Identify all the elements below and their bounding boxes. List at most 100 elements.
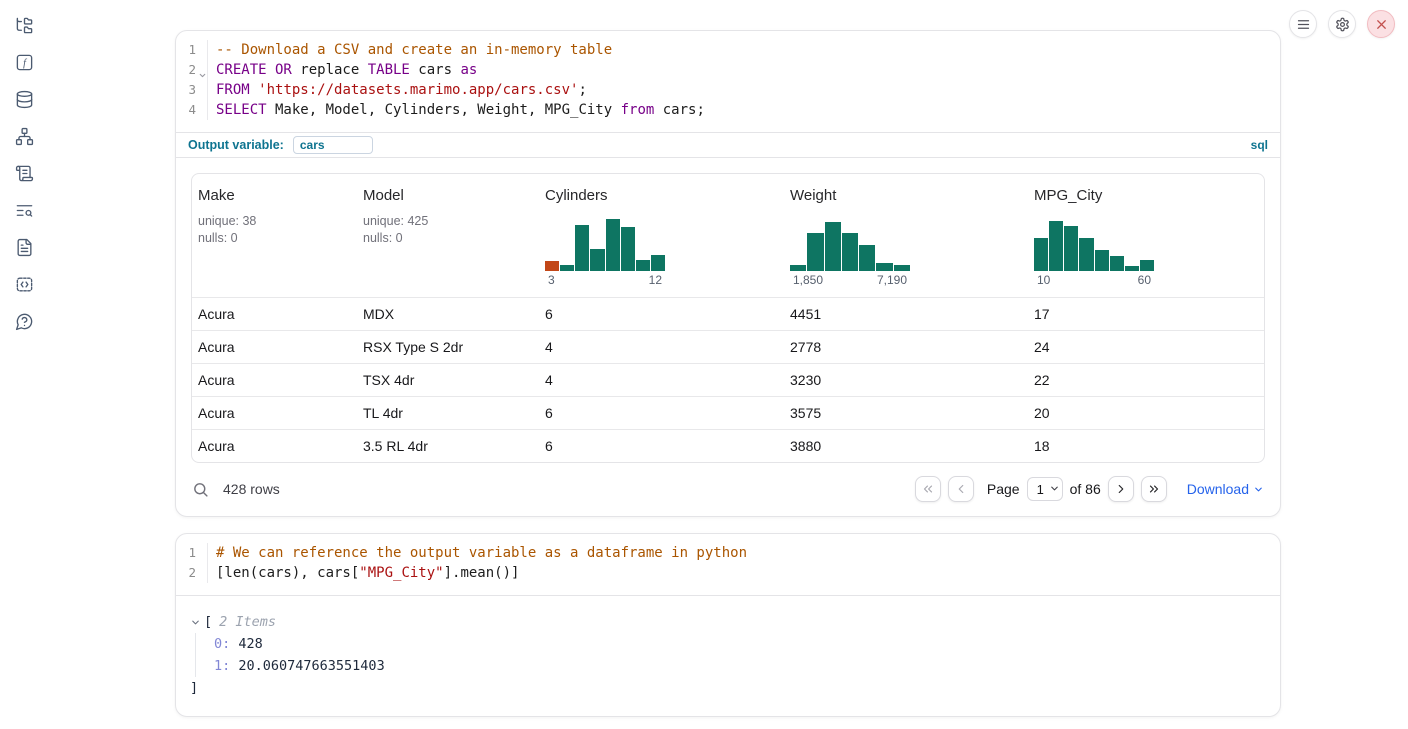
histogram-bar: [1049, 221, 1063, 271]
histogram-bar: [807, 233, 823, 271]
column-header-make[interactable]: Makeunique: 38nulls: 0: [192, 174, 357, 297]
chevrons-left-icon: [921, 482, 935, 496]
table-cell: 3880: [784, 438, 1028, 454]
documentation-button[interactable]: [14, 237, 34, 257]
table-cell: Acura: [192, 339, 357, 355]
snippets-button[interactable]: [14, 274, 34, 294]
code-line[interactable]: # We can reference the output variable a…: [208, 543, 1280, 563]
table-cell: TSX 4dr: [357, 372, 539, 388]
menu-button[interactable]: [1289, 10, 1317, 38]
line-number: 3: [176, 80, 208, 100]
table-cell: 6: [539, 405, 784, 421]
code-line[interactable]: FROM 'https://datasets.marimo.app/cars.c…: [208, 80, 1280, 100]
page-select[interactable]: 1: [1027, 477, 1063, 501]
table-cell: 2778: [784, 339, 1028, 355]
histogram-bar: [1095, 250, 1109, 271]
last-page-button[interactable]: [1141, 476, 1167, 502]
scratchpad-button[interactable]: f: [14, 52, 34, 72]
tree-item-index: 0:: [214, 636, 230, 652]
histogram-bar: [876, 263, 892, 271]
histogram-bar: [1125, 266, 1139, 271]
datasources-icon: [15, 90, 34, 109]
outline-button[interactable]: [14, 163, 34, 183]
column-header-model[interactable]: Modelunique: 425nulls: 0: [357, 174, 539, 297]
table-cell: 22: [1028, 372, 1264, 388]
next-page-button[interactable]: [1108, 476, 1134, 502]
logs-button[interactable]: [14, 200, 34, 220]
column-header-mpg_city[interactable]: MPG_City 1060: [1028, 174, 1264, 297]
file-explorer-icon: [15, 16, 34, 35]
table-cell: 6: [539, 438, 784, 454]
column-name: Make: [198, 187, 351, 204]
table-cell: 4451: [784, 306, 1028, 322]
gear-icon: [1335, 17, 1350, 32]
sql-code-editor[interactable]: 1-- Download a CSV and create an in-memo…: [176, 31, 1280, 132]
table-footer: 428 rows Page 1 of 86: [176, 463, 1280, 516]
histogram-bars: [790, 219, 910, 271]
histogram-bar: [651, 255, 665, 271]
open-bracket: [: [204, 611, 212, 633]
output-variable-input[interactable]: [293, 136, 373, 154]
documentation-icon: [15, 238, 34, 257]
settings-button[interactable]: [1328, 10, 1356, 38]
tree-item: 1: 20.060747663551403: [214, 655, 1280, 677]
dependency-graph-icon: [15, 127, 34, 146]
search-icon[interactable]: [192, 481, 209, 498]
dependency-graph-button[interactable]: [14, 126, 34, 146]
tree-item: 0: 428: [214, 633, 1280, 655]
histogram-bar: [621, 227, 635, 271]
histogram-bar: [1079, 238, 1093, 271]
table-cell: 17: [1028, 306, 1264, 322]
help-button[interactable]: [14, 311, 34, 331]
table-cell: 24: [1028, 339, 1264, 355]
table-cell: Acura: [192, 438, 357, 454]
tree-root-row: [ 2 Items: [190, 611, 1280, 633]
line-number: 1: [176, 543, 208, 563]
close-icon: [1374, 17, 1389, 32]
data-table: Makeunique: 38nulls: 0Modelunique: 425nu…: [191, 173, 1265, 463]
svg-text:f: f: [23, 58, 28, 69]
chevron-right-icon: [1114, 482, 1128, 496]
code-line[interactable]: CREATE OR replace TABLE cars as: [208, 60, 1280, 80]
code-line[interactable]: [len(cars), cars["MPG_City"].mean()]: [208, 563, 1280, 583]
notebook-actions-toolbar: [1289, 10, 1395, 38]
table-cell: 20: [1028, 405, 1264, 421]
axis-min-label: 3: [548, 273, 555, 287]
table-cell: Acura: [192, 405, 357, 421]
help-icon: [15, 312, 34, 331]
column-histogram: 1060: [1034, 219, 1154, 287]
previous-page-button[interactable]: [948, 476, 974, 502]
histogram-bar: [606, 219, 620, 271]
download-button[interactable]: Download: [1187, 481, 1264, 497]
histogram-bar: [1064, 226, 1078, 271]
python-code-editor[interactable]: 1# We can reference the output variable …: [176, 534, 1280, 595]
column-stats: unique: 425nulls: 0: [363, 213, 533, 247]
first-page-button[interactable]: [915, 476, 941, 502]
datasources-button[interactable]: [14, 89, 34, 109]
close-bracket: ]: [190, 677, 1280, 699]
tree-item-value: 20.060747663551403: [230, 658, 384, 674]
column-name: MPG_City: [1034, 187, 1258, 204]
items-count-label: 2 Items: [219, 611, 276, 633]
download-label: Download: [1187, 481, 1249, 497]
histogram-bars: [545, 219, 665, 271]
column-header-weight[interactable]: Weight1,8507,190: [784, 174, 1028, 297]
table-cell: TL 4dr: [357, 405, 539, 421]
tree-item-value: 428: [230, 636, 263, 652]
line-number: 4: [176, 100, 208, 120]
column-header-cylinders[interactable]: Cylinders312: [539, 174, 784, 297]
chevrons-right-icon: [1147, 482, 1161, 496]
code-line[interactable]: SELECT Make, Model, Cylinders, Weight, M…: [208, 100, 1280, 120]
scratchpad-icon: f: [15, 53, 34, 72]
page-total-label: of 86: [1070, 481, 1101, 497]
shutdown-button[interactable]: [1367, 10, 1395, 38]
file-explorer-button[interactable]: [14, 15, 34, 35]
table-cell: MDX: [357, 306, 539, 322]
language-badge[interactable]: sql: [1251, 138, 1268, 152]
histogram-bar: [859, 245, 875, 271]
table-cell: Acura: [192, 372, 357, 388]
table-row: Acura3.5 RL 4dr6388018: [192, 429, 1264, 462]
code-line[interactable]: -- Download a CSV and create an in-memor…: [208, 40, 1280, 60]
pagination: Page 1 of 86: [915, 476, 1167, 502]
collapse-chevron-icon[interactable]: [190, 617, 204, 628]
